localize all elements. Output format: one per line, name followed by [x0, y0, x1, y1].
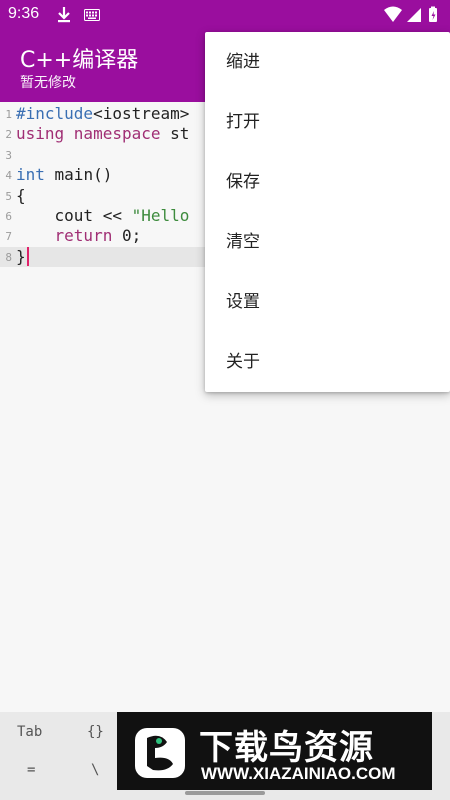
code-token: #include — [16, 104, 94, 123]
code-token: return — [54, 226, 113, 245]
code-token: <iostream> — [93, 104, 190, 123]
line-number: 7 — [5, 230, 12, 243]
cell-signal-icon — [407, 8, 421, 22]
code-token: main() — [44, 165, 113, 184]
code-text: int main() — [16, 165, 112, 185]
navigation-handle[interactable] — [185, 791, 265, 795]
bird-logo-icon — [135, 728, 185, 778]
key-backslash[interactable]: \ — [91, 762, 99, 778]
code-token: { — [16, 186, 26, 205]
keyboard-icon — [84, 9, 100, 21]
watermark-banner: 下载鸟资源 WWW.XIAZAINIAO.COM — [117, 712, 432, 790]
status-time: 9:36 — [8, 5, 40, 22]
wifi-icon — [384, 6, 402, 22]
menu-item-clear[interactable]: 清空 — [205, 212, 450, 272]
watermark-url: WWW.XIAZAINIAO.COM — [201, 764, 396, 783]
code-token: cout << — [16, 206, 132, 225]
code-token: } — [16, 247, 26, 266]
status-icons — [384, 6, 437, 22]
code-token: st — [160, 124, 190, 143]
download-icon — [58, 7, 70, 23]
key-tab[interactable]: Tab — [17, 724, 42, 740]
status-bar: 9:36 — [0, 0, 450, 30]
line-number: 6 — [5, 210, 12, 223]
line-number: 3 — [5, 149, 12, 162]
app-subtitle: 暂无修改 — [20, 75, 76, 91]
menu-item-settings[interactable]: 设置 — [205, 272, 450, 332]
code-text: return 0; — [16, 226, 142, 246]
line-number: 4 — [5, 169, 12, 182]
code-token: int — [16, 165, 45, 184]
app-title: C++编译器 — [20, 48, 139, 73]
key-braces[interactable]: {} — [87, 724, 104, 740]
code-text: { — [16, 186, 26, 206]
code-text: #include<iostream> — [16, 104, 189, 124]
code-token: "Hello — [131, 206, 190, 225]
overflow-menu: 缩进 打开 保存 清空 设置 关于 — [205, 32, 450, 392]
line-number: 5 — [5, 190, 12, 203]
key-equals[interactable]: = — [27, 762, 35, 778]
code-text: using namespace st — [16, 124, 189, 144]
line-number: 8 — [5, 251, 12, 264]
menu-item-about[interactable]: 关于 — [205, 332, 450, 392]
code-token: 0; — [112, 226, 142, 245]
watermark-title: 下载鸟资源 — [199, 728, 374, 768]
line-number: 1 — [5, 108, 12, 121]
menu-item-save[interactable]: 保存 — [205, 152, 450, 212]
menu-item-indent[interactable]: 缩进 — [205, 32, 450, 92]
code-text: } — [16, 247, 29, 267]
code-token: using namespace — [16, 124, 161, 143]
code-text: cout << "Hello — [16, 206, 190, 226]
menu-item-open[interactable]: 打开 — [205, 92, 450, 152]
line-number: 2 — [5, 128, 12, 141]
text-cursor — [26, 247, 29, 266]
